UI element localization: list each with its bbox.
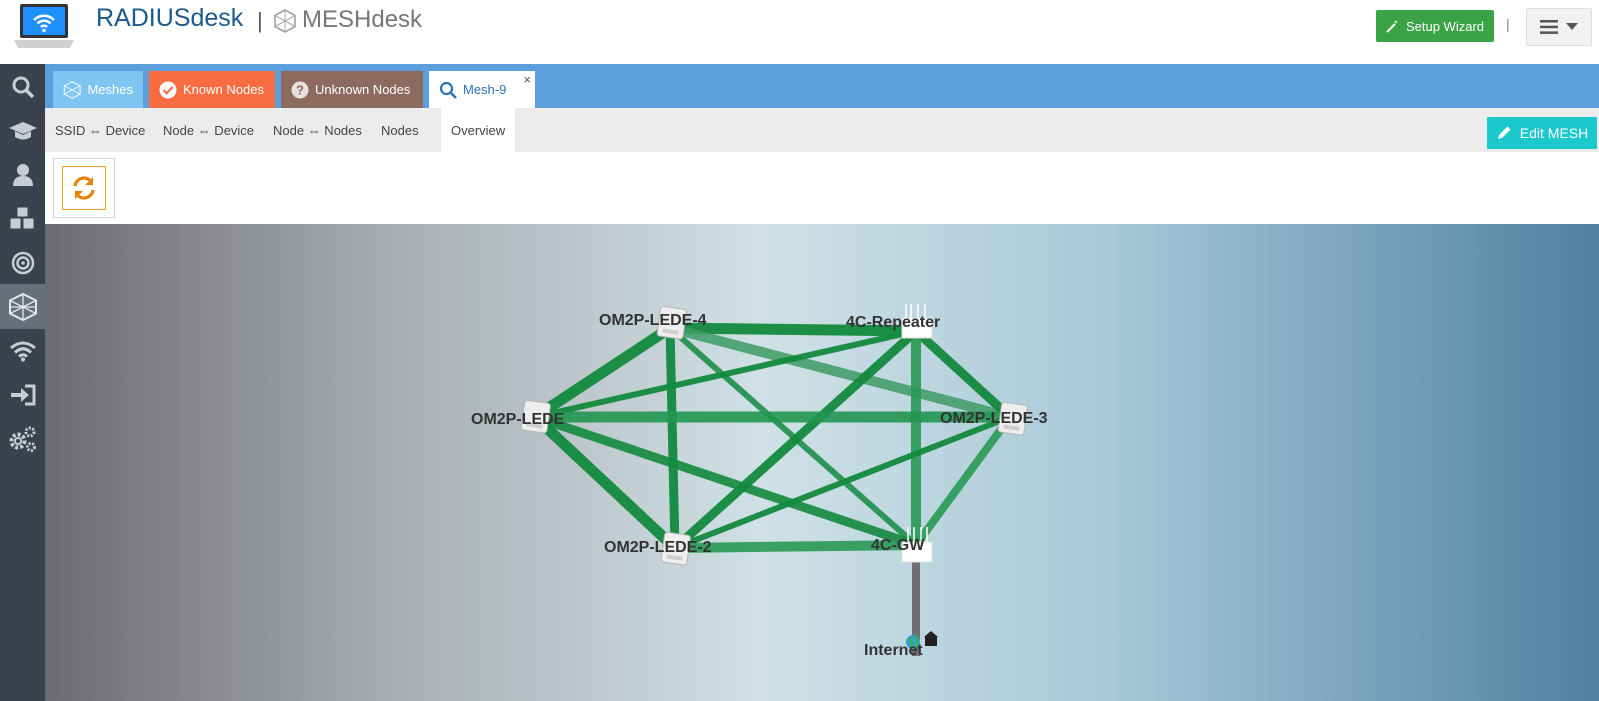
- refresh-icon: [73, 176, 95, 200]
- node-label-4c-gw[interactable]: 4C-GW: [871, 537, 924, 555]
- sidebar-item-inventory[interactable]: [0, 196, 45, 241]
- sidebar-item-learning[interactable]: [0, 108, 45, 153]
- mesh-brand-title: MESHdesk: [302, 6, 423, 33]
- mesh-links: [531, 322, 1014, 656]
- mesh-icon: [63, 80, 81, 99]
- main-tab-bar: Meshes Known Nodes ? Unknown Nodes Mesh-…: [45, 64, 1599, 108]
- node-label-om2p-lede-4[interactable]: OM2P-LEDE-4: [599, 312, 707, 330]
- link-lede4-lede2: [665, 327, 680, 549]
- sidebar-item-login[interactable]: [0, 372, 45, 417]
- tab-unknown-nodes[interactable]: ? Unknown Nodes: [281, 71, 423, 108]
- tab-unknown-nodes-label: Unknown Nodes: [315, 82, 411, 97]
- search-icon: [12, 76, 34, 98]
- mesh-graph: [520, 304, 1028, 656]
- cubes-icon: [9, 206, 34, 229]
- hamburger-icon: [1540, 20, 1558, 34]
- wifi-icon: [9, 341, 36, 361]
- sidebar-item-settings[interactable]: [0, 416, 45, 461]
- sidebar-item-users[interactable]: [0, 152, 45, 197]
- tab-known-nodes[interactable]: Known Nodes: [149, 71, 275, 108]
- edit-mesh-label: Edit MESH: [1519, 125, 1589, 141]
- mesh-icon: [8, 292, 37, 321]
- search-icon: [439, 81, 457, 99]
- sidebar: [0, 64, 45, 701]
- mesh-overview-canvas[interactable]: OM2P-LEDE-4 4C-Repeater OM2P-LEDE OM2P-L…: [45, 224, 1599, 701]
- brand-separator: |: [257, 8, 263, 33]
- tab-mesh-9[interactable]: Mesh-9 ×: [429, 71, 535, 108]
- app-header: RADIUSdesk | MESHdesk Setup Wizard |: [0, 0, 1599, 64]
- target-icon: [11, 251, 34, 274]
- tab-close-button[interactable]: ×: [523, 72, 531, 87]
- main-menu-button[interactable]: [1526, 8, 1592, 46]
- tab-meshes-label: Meshes: [87, 82, 133, 97]
- question-circle-icon: ?: [291, 81, 309, 98]
- graduation-cap-icon: [8, 121, 37, 139]
- subtab-overview[interactable]: Overview: [441, 108, 515, 152]
- laptop-wifi-logo-icon: [14, 4, 74, 48]
- brand-title: RADIUSdesk: [96, 4, 244, 32]
- tab-mesh-9-label: Mesh-9: [463, 82, 507, 97]
- subtab-nodes[interactable]: Nodes: [371, 108, 429, 152]
- sidebar-item-meshes[interactable]: [0, 284, 45, 329]
- check-circle-icon: [159, 81, 177, 98]
- mesh-logo-icon: [274, 9, 296, 33]
- tab-known-nodes-label: Known Nodes: [183, 82, 264, 97]
- tab-meshes[interactable]: Meshes: [53, 71, 143, 108]
- svg-text:?: ?: [296, 82, 304, 97]
- gears-icon: [9, 426, 36, 452]
- setup-wizard-label: Setup Wizard: [1405, 18, 1485, 34]
- sidebar-item-wifi[interactable]: [0, 328, 45, 373]
- magic-wand-icon: [1386, 20, 1399, 33]
- sign-in-icon: [10, 384, 35, 405]
- refresh-button-inner: [62, 166, 106, 210]
- overview-toolbar: [45, 152, 1599, 224]
- subtab-node-nodes[interactable]: Node ⇔ Nodes: [263, 108, 372, 152]
- subtab-ssid-device[interactable]: SSID ⇔ Device: [45, 108, 155, 152]
- node-label-om2p-lede[interactable]: OM2P-LEDE: [471, 411, 564, 429]
- pencil-icon: [1497, 126, 1511, 139]
- setup-wizard-button[interactable]: Setup Wizard: [1376, 10, 1494, 42]
- sidebar-item-targets[interactable]: [0, 240, 45, 285]
- sidebar-item-search[interactable]: [0, 64, 45, 109]
- mesh-subtab-bar: SSID ⇔ Device Node ⇔ Device Node ⇔ Nodes…: [45, 108, 1599, 152]
- node-label-om2p-lede-2[interactable]: OM2P-LEDE-2: [604, 539, 712, 557]
- subtab-node-device[interactable]: Node ⇔ Device: [153, 108, 264, 152]
- node-label-om2p-lede-3[interactable]: OM2P-LEDE-3: [940, 410, 1048, 428]
- caret-down-icon: [1566, 23, 1578, 30]
- edit-mesh-button[interactable]: Edit MESH: [1487, 117, 1597, 149]
- node-label-internet[interactable]: Internet: [864, 642, 923, 660]
- node-label-4c-repeater[interactable]: 4C-Repeater: [846, 314, 940, 332]
- user-icon: [12, 163, 33, 186]
- refresh-button[interactable]: [53, 158, 115, 218]
- header-divider: |: [1506, 16, 1510, 32]
